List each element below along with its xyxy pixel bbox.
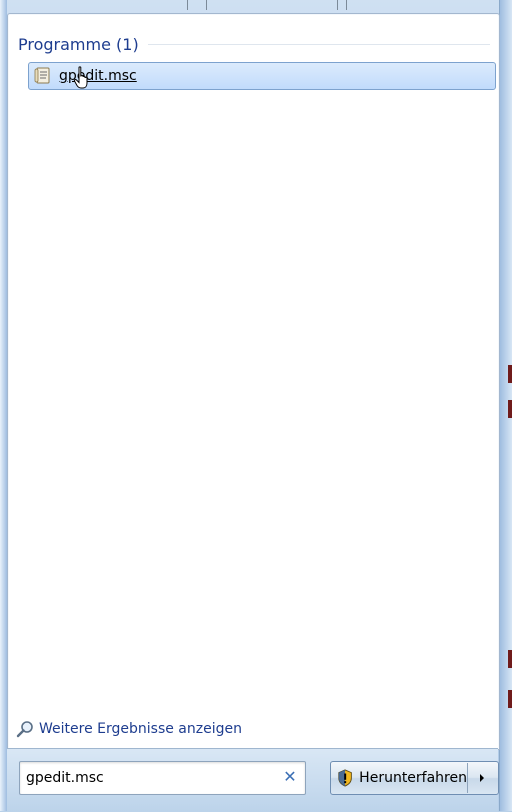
search-box[interactable]: ✕	[19, 761, 306, 795]
shutdown-button[interactable]: Herunterfahren	[331, 762, 467, 794]
search-input[interactable]	[26, 762, 276, 794]
frame-left-edge	[0, 0, 7, 811]
shutdown-options-button[interactable]	[468, 762, 496, 794]
background-window-edge	[346, 0, 347, 10]
search-results-panel: Programme (1) gpedit.msc Weitere Ergebni…	[7, 13, 500, 750]
more-results-label: Weitere Ergebnisse anzeigen	[39, 721, 242, 737]
hand-cursor-icon	[73, 66, 88, 89]
chevron-right-icon	[480, 774, 484, 782]
group-divider	[148, 44, 490, 45]
shutdown-button-group: Herunterfahren	[330, 761, 499, 795]
msc-document-icon	[34, 67, 50, 84]
shutdown-label: Herunterfahren	[359, 770, 467, 786]
background-window-edge	[187, 0, 188, 10]
result-item-gpedit[interactable]: gpedit.msc	[28, 62, 496, 90]
magnifier-icon	[16, 721, 33, 738]
background-window-edge	[508, 400, 512, 418]
more-results-link[interactable]: Weitere Ergebnisse anzeigen	[16, 720, 242, 738]
background-window-edge	[508, 365, 512, 383]
results-group-title: Programme (1)	[18, 34, 139, 54]
background-window-edge	[508, 650, 512, 668]
results-group-header[interactable]: Programme (1)	[18, 34, 139, 54]
result-item-label: gpedit.msc	[59, 68, 137, 84]
background-window-edge	[508, 690, 512, 708]
uac-shield-icon	[338, 769, 352, 787]
clear-x-icon[interactable]: ✕	[281, 768, 299, 786]
background-window-edge	[337, 0, 338, 10]
background-window-edge	[206, 0, 207, 10]
